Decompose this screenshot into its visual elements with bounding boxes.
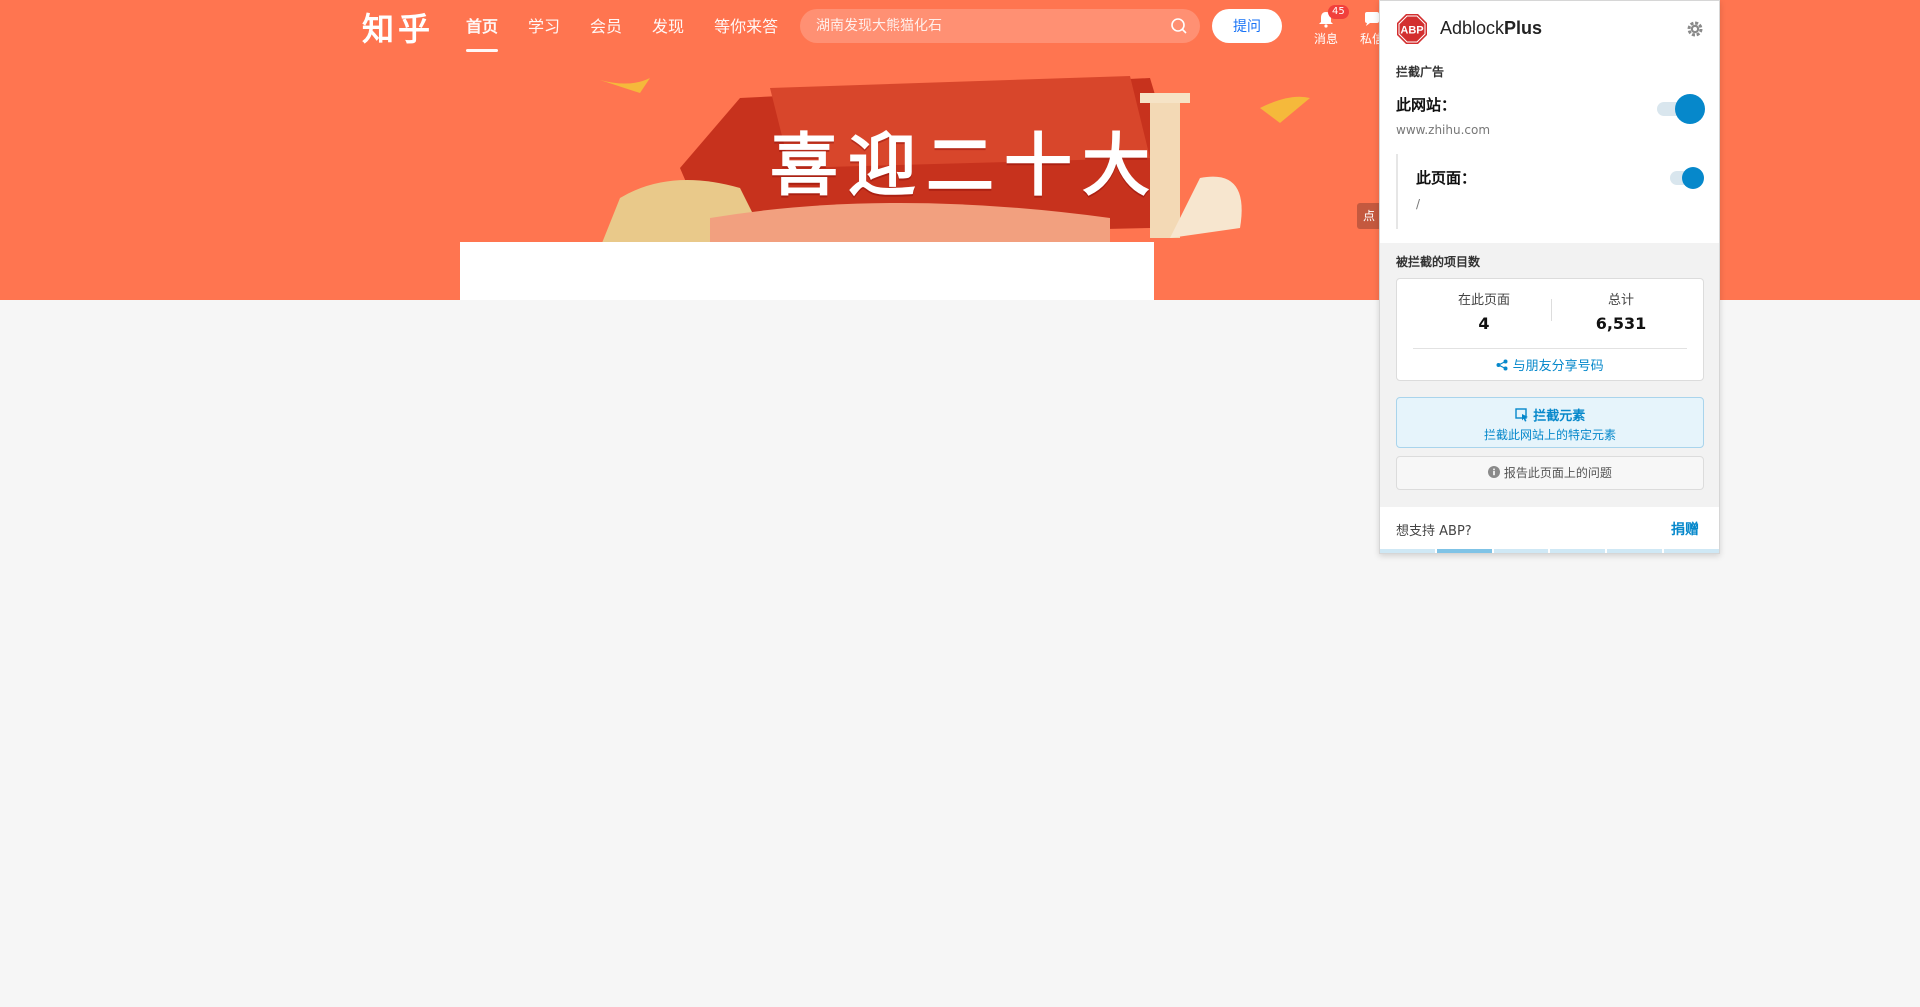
support-text: 想支持 ABP?	[1396, 524, 1472, 539]
report-issue-button[interactable]: 报告此页面上的问题	[1396, 456, 1704, 490]
bottom-progress-bar	[1380, 549, 1719, 553]
block-element-button[interactable]: 拦截元素 拦截此网站上的特定元素	[1396, 397, 1704, 448]
stat-total-value: 6,531	[1595, 314, 1647, 333]
abp-header: ABP AdblockPlus	[1380, 1, 1719, 55]
stats-card: 在此页面 4 总计 6,531 与朋友分享号码	[1396, 278, 1704, 381]
stat-total-label: 总计	[1607, 293, 1634, 308]
search-input[interactable]	[800, 9, 1140, 43]
messages-badge: 45	[1328, 5, 1349, 19]
page-label: 此页面：	[1416, 169, 1477, 187]
page-toggle-knob	[1682, 167, 1704, 189]
stats-divider	[1413, 348, 1687, 349]
stat-divider	[1551, 299, 1552, 321]
nav-discover[interactable]: 发现	[652, 0, 684, 54]
cursor-select-icon	[1515, 408, 1528, 422]
main-nav: 首页 学习 会员 发现 等你来答	[466, 0, 808, 54]
info-icon	[1488, 466, 1501, 478]
progress-segment	[1664, 549, 1719, 553]
page-toggle[interactable]	[1670, 167, 1704, 189]
share-icon	[1496, 359, 1508, 371]
messages-button[interactable]: 45 消息	[1306, 5, 1349, 47]
nav-learn[interactable]: 学习	[528, 0, 560, 54]
site-domain: www.zhihu.com	[1396, 123, 1491, 137]
abp-brand-bold: Plus	[1504, 18, 1543, 38]
nav-home[interactable]: 首页	[466, 0, 499, 54]
abp-brand-regular: Adblock	[1440, 18, 1505, 38]
donate-link[interactable]: 捐赠	[1671, 519, 1699, 539]
block-element-subtitle: 拦截此网站上的特定元素	[1483, 428, 1616, 442]
nav-waiting-answers[interactable]: 等你来答	[714, 0, 778, 54]
site-toggle-knob	[1675, 94, 1705, 124]
progress-segment	[1380, 549, 1435, 553]
indent-line	[1396, 154, 1398, 229]
zhihu-logo[interactable]: 知乎	[362, 4, 434, 50]
abp-logo-icon: ABP	[1397, 14, 1427, 44]
nav-vip[interactable]: 会员	[590, 0, 622, 54]
stat-this-page-value: 4	[1478, 314, 1490, 333]
content-card	[460, 242, 1154, 300]
messages-label: 消息	[1313, 32, 1338, 46]
search-icon[interactable]	[1170, 17, 1188, 35]
stat-this-page: 在此页面 4	[1424, 289, 1544, 333]
banner-title: 喜迎二十大	[770, 126, 1161, 206]
block-element-title: 拦截元素	[1397, 405, 1703, 424]
side-tab[interactable]: 点	[1357, 203, 1381, 229]
page-path: /	[1416, 197, 1421, 211]
site-label: 此网站：	[1396, 96, 1457, 114]
block-element-title-text: 拦截元素	[1533, 409, 1586, 424]
adblock-plus-popup: ABP AdblockPlus 拦截广告 此网站： www.zhihu.com …	[1379, 0, 1720, 554]
stat-this-page-label: 在此页面	[1457, 293, 1510, 308]
progress-segment	[1550, 549, 1606, 553]
share-link[interactable]: 与朋友分享号码	[1397, 355, 1703, 374]
search-box	[800, 9, 1200, 43]
block-ads-heading: 拦截广告	[1396, 65, 1445, 79]
blocked-count-heading: 被拦截的项目数	[1396, 255, 1481, 269]
report-issue-text: 报告此页面上的问题	[1503, 466, 1612, 480]
gear-icon[interactable]	[1685, 19, 1705, 39]
abp-brand: AdblockPlus	[1440, 18, 1542, 39]
share-link-text: 与朋友分享号码	[1512, 359, 1604, 374]
site-toggle[interactable]	[1657, 94, 1705, 124]
stat-total: 总计 6,531	[1561, 289, 1681, 333]
progress-segment	[1493, 549, 1549, 553]
ask-button[interactable]: 提问	[1212, 9, 1282, 43]
svg-text:ABP: ABP	[1400, 25, 1423, 37]
progress-segment	[1436, 549, 1492, 553]
progress-segment	[1607, 549, 1663, 553]
